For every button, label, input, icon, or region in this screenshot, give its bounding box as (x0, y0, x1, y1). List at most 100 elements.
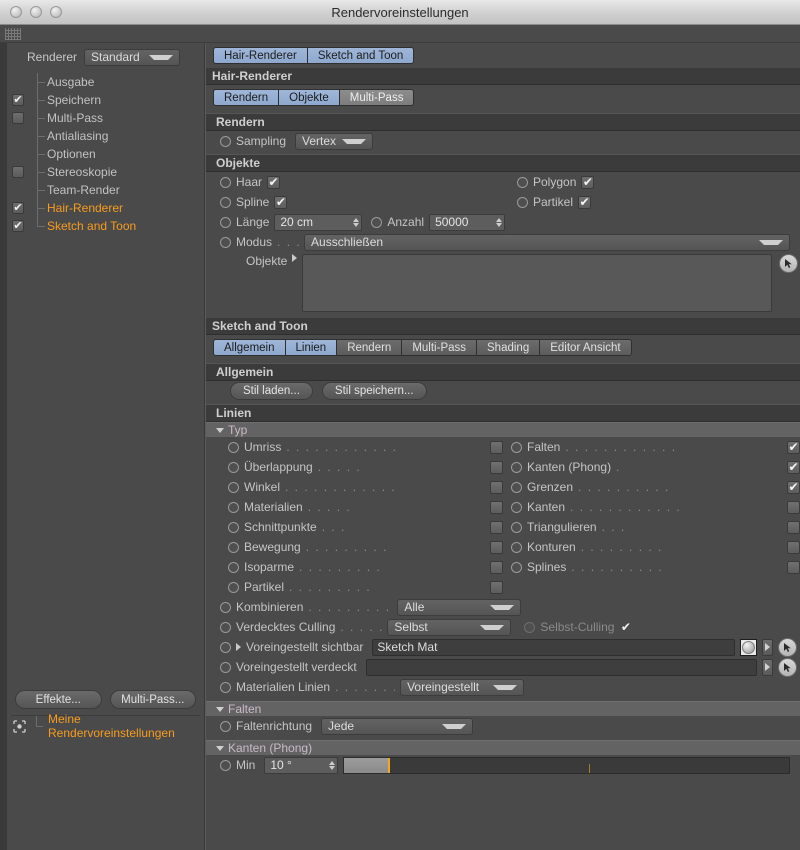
animate-dot-icon[interactable] (220, 661, 231, 673)
tree-item-checkbox[interactable]: ✔ (12, 112, 24, 124)
animate-dot-icon[interactable] (371, 216, 383, 228)
animate-dot-icon[interactable] (220, 641, 231, 653)
animate-dot-icon[interactable] (228, 481, 239, 493)
animate-dot-icon[interactable] (228, 561, 239, 573)
hair-toggle-checkbox[interactable]: ✔ (267, 175, 281, 189)
animate-dot-icon[interactable] (228, 581, 239, 593)
visible-preset-picker-button[interactable] (778, 637, 797, 657)
hair-tab-objekte[interactable]: Objekte (278, 89, 340, 106)
sidebar-item-hair-renderer[interactable]: ✔ Hair-Renderer (7, 199, 204, 217)
animate-dot-icon[interactable] (524, 621, 536, 633)
line-type-checkbox[interactable]: ✔ (490, 560, 503, 574)
renderer-select[interactable]: Standard (84, 48, 181, 66)
hair-tab-multi-pass[interactable]: Multi-Pass (338, 89, 415, 106)
expand-arrow-icon[interactable] (292, 254, 298, 262)
faltenrichtung-select[interactable]: Jede (321, 717, 474, 735)
line-type-checkbox[interactable]: ✔ (490, 500, 503, 514)
tree-item-checkbox[interactable]: ✔ (12, 220, 24, 232)
animate-dot-icon[interactable] (220, 236, 231, 248)
line-type-checkbox[interactable]: ✔ (490, 440, 503, 454)
animate-dot-icon[interactable] (511, 461, 522, 473)
line-type-checkbox[interactable]: ✔ (787, 440, 800, 454)
hair-toggle-checkbox[interactable]: ✔ (274, 195, 288, 209)
sketch-tab-rendern[interactable]: Rendern (336, 339, 403, 356)
hidden-preset-field[interactable] (365, 658, 757, 676)
stepper-icon[interactable] (323, 760, 336, 770)
line-type-checkbox[interactable]: ✔ (490, 520, 503, 534)
animate-dot-icon[interactable] (220, 720, 231, 732)
expand-arrow-icon[interactable] (236, 643, 241, 651)
animate-dot-icon[interactable] (220, 621, 231, 633)
animate-dot-icon[interactable] (511, 481, 522, 493)
hidden-preset-menu-button[interactable] (762, 658, 773, 676)
line-type-checkbox[interactable]: ✔ (490, 460, 503, 474)
tree-item-checkbox[interactable]: ✔ (12, 202, 24, 214)
min-slider[interactable] (343, 756, 790, 774)
sidebar-item-multi-pass[interactable]: ✔ Multi-Pass (7, 109, 204, 127)
render-preset-row[interactable]: Meine Rendervoreinstellungen (7, 712, 204, 740)
animate-dot-icon[interactable] (511, 521, 522, 533)
multipass-button[interactable]: Multi-Pass... (109, 690, 196, 709)
material-preview-swatch[interactable] (740, 638, 757, 656)
minimize-icon[interactable] (30, 6, 42, 18)
sketch-tab-allgemein[interactable]: Allgemein (213, 339, 286, 356)
objekte-picker-button[interactable] (779, 254, 798, 273)
animate-dot-icon[interactable] (220, 216, 231, 228)
tree-item-checkbox[interactable]: ✔ (12, 166, 24, 178)
effects-button[interactable]: Effekte... (15, 690, 102, 709)
tree-item-checkbox[interactable]: ✔ (12, 94, 24, 106)
line-type-checkbox[interactable]: ✔ (490, 480, 503, 494)
line-type-checkbox[interactable]: ✔ (787, 540, 800, 554)
visible-preset-menu-button[interactable] (762, 638, 773, 656)
line-type-checkbox[interactable]: ✔ (787, 500, 800, 514)
animate-dot-icon[interactable] (228, 541, 239, 553)
stepper-icon[interactable] (490, 217, 503, 227)
animate-dot-icon[interactable] (511, 561, 522, 573)
tab-sketch-and-toon[interactable]: Sketch and Toon (306, 47, 415, 64)
animate-dot-icon[interactable] (517, 196, 528, 208)
close-icon[interactable] (10, 6, 22, 18)
window-controls[interactable] (0, 6, 62, 18)
sidebar-item-stereoskopie[interactable]: ✔ Stereoskopie (7, 163, 204, 181)
culling-select[interactable]: Selbst (387, 618, 512, 636)
sidebar-item-antialiasing[interactable]: ✔ Antialiasing (7, 127, 204, 145)
stepper-icon[interactable] (347, 217, 360, 227)
style-load-button[interactable]: Stil laden... (230, 382, 313, 400)
animate-dot-icon[interactable] (228, 461, 239, 473)
laenge-input[interactable]: 20 cm (274, 213, 363, 231)
modus-select[interactable]: Ausschließen (304, 233, 790, 251)
animate-dot-icon[interactable] (220, 176, 231, 188)
objekte-droparea[interactable] (302, 254, 772, 312)
animate-dot-icon[interactable] (511, 441, 522, 453)
animate-dot-icon[interactable] (220, 196, 231, 208)
line-type-checkbox[interactable]: ✔ (787, 560, 800, 574)
animate-dot-icon[interactable] (511, 541, 522, 553)
sketch-tab-multi-pass[interactable]: Multi-Pass (401, 339, 478, 356)
animate-dot-icon[interactable] (220, 759, 231, 771)
sketch-tab-linien[interactable]: Linien (284, 339, 338, 356)
line-type-checkbox[interactable]: ✔ (787, 520, 800, 534)
line-type-checkbox[interactable]: ✔ (787, 480, 800, 494)
line-type-checkbox[interactable]: ✔ (490, 540, 503, 554)
typ-subgroup-header[interactable]: Typ (206, 422, 800, 437)
line-type-checkbox[interactable]: ✔ (787, 460, 800, 474)
sidebar-item-optionen[interactable]: ✔ Optionen (7, 145, 204, 163)
sidebar-item-speichern[interactable]: ✔ Speichern (7, 91, 204, 109)
material-lines-select[interactable]: Voreingestellt (400, 678, 525, 696)
animate-dot-icon[interactable] (220, 681, 231, 693)
hair-toggle-checkbox[interactable]: ✔ (578, 195, 592, 209)
left-scrollbar[interactable] (0, 43, 7, 850)
anzahl-input[interactable]: 50000 (429, 213, 506, 231)
hair-tab-rendern[interactable]: Rendern (213, 89, 280, 106)
sampling-select[interactable]: Vertex (295, 132, 374, 150)
falten-subgroup-header[interactable]: Falten (206, 701, 800, 716)
self-culling-checkbox[interactable]: ✔ (619, 621, 632, 634)
animate-dot-icon[interactable] (228, 501, 239, 513)
animate-dot-icon[interactable] (220, 601, 231, 613)
animate-dot-icon[interactable] (220, 135, 231, 147)
phong-subgroup-header[interactable]: Kanten (Phong) (206, 740, 800, 755)
animate-dot-icon[interactable] (517, 176, 528, 188)
sketch-tab-editor-ansicht[interactable]: Editor Ansicht (539, 339, 632, 356)
kombinieren-select[interactable]: Alle (397, 598, 522, 616)
animate-dot-icon[interactable] (228, 441, 239, 453)
